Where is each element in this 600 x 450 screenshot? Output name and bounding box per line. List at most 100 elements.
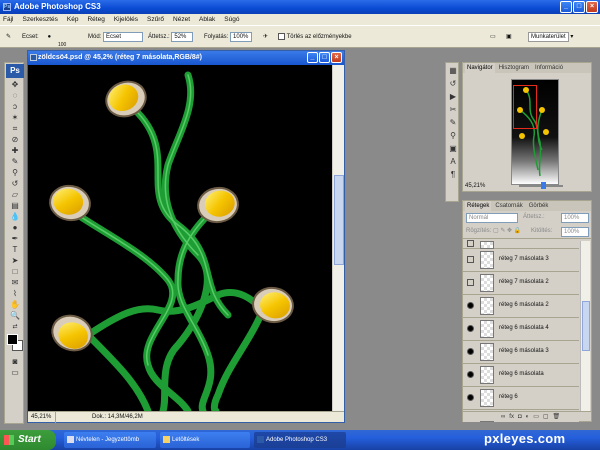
scroll-thumb[interactable] xyxy=(334,175,344,265)
tools-preset-icon[interactable]: ✂ xyxy=(447,103,459,115)
hand-tool-icon[interactable]: ✋ xyxy=(6,299,24,310)
link-icon[interactable]: ∞ xyxy=(501,412,505,421)
brush-tool-icon[interactable]: ✎ xyxy=(6,156,24,167)
tab-info[interactable]: Információ xyxy=(533,63,565,73)
lock-icons[interactable]: ▢ ✎ ✥ 🔒 xyxy=(493,227,521,234)
eye-icon[interactable] xyxy=(467,394,474,401)
tab-paths[interactable]: Görbék xyxy=(527,201,551,211)
history-icon[interactable]: ↺ xyxy=(447,77,459,89)
layer-opacity-field[interactable]: 100% xyxy=(561,213,589,223)
zoom-slider-knob[interactable] xyxy=(541,182,546,189)
eye-icon[interactable] xyxy=(467,371,474,378)
swap-colors-icon[interactable]: ⇄ xyxy=(6,321,24,332)
menu-view[interactable]: Nézet xyxy=(173,14,190,25)
zoom-slider[interactable] xyxy=(519,182,563,189)
pen-tool-icon[interactable]: ✒ xyxy=(6,233,24,244)
eyedropper-tool-icon[interactable]: ⌇ xyxy=(6,288,24,299)
menu-help[interactable]: Súgó xyxy=(224,14,239,25)
crop-tool-icon[interactable]: ⌗ xyxy=(6,123,24,134)
layer-row[interactable]: réteg 6 másolata 4 xyxy=(463,318,579,341)
color-swatches[interactable] xyxy=(6,333,23,355)
maximize-button[interactable]: □ xyxy=(573,1,585,13)
menu-image[interactable]: Kép xyxy=(67,14,79,25)
menu-window[interactable]: Ablak xyxy=(199,14,215,25)
layer-row[interactable]: réteg 7 másolata 2 xyxy=(463,272,579,295)
layer-row[interactable]: réteg 7 másolata 3 xyxy=(463,249,579,272)
folder-icon[interactable]: ▭ xyxy=(533,412,539,421)
layer-row[interactable] xyxy=(463,239,579,249)
document-canvas[interactable] xyxy=(28,65,334,411)
slice-tool-icon[interactable]: ⊘ xyxy=(6,134,24,145)
doc-close-button[interactable]: × xyxy=(331,52,342,63)
notes-tool-icon[interactable]: ✉ xyxy=(6,277,24,288)
shape-tool-icon[interactable]: □ xyxy=(6,266,24,277)
palette-well-icon[interactable]: ▭ xyxy=(490,32,496,42)
visibility-toggle[interactable] xyxy=(467,256,474,263)
erase-history-checkbox[interactable] xyxy=(278,32,285,40)
visibility-toggle[interactable] xyxy=(467,240,474,247)
brush-tool-icon[interactable]: ✎ xyxy=(6,32,11,42)
magic-wand-tool-icon[interactable]: ✶ xyxy=(6,112,24,123)
layer-row[interactable]: réteg 6 másolata xyxy=(463,364,579,387)
menu-layer[interactable]: Réteg xyxy=(87,14,104,25)
navigator-icon[interactable]: ▦ xyxy=(447,64,459,76)
tab-channels[interactable]: Csatornák xyxy=(493,201,524,211)
menu-edit[interactable]: Szerkesztés xyxy=(22,14,57,25)
layers-scroll-thumb[interactable] xyxy=(582,301,590,351)
workspace-button[interactable]: Munkaterület xyxy=(528,32,569,42)
eraser-tool-icon[interactable]: ▱ xyxy=(6,189,24,200)
eye-icon[interactable] xyxy=(467,348,474,355)
doc-maximize-button[interactable]: □ xyxy=(319,52,330,63)
taskbar-item-notepad[interactable]: Névtelen - Jegyzettömb xyxy=(64,432,156,448)
menu-file[interactable]: Fájl xyxy=(3,14,13,25)
adjustment-icon[interactable]: ◐ xyxy=(526,412,530,421)
menu-filter[interactable]: Szűrő xyxy=(147,14,164,25)
visibility-toggle[interactable] xyxy=(467,279,474,286)
trash-icon[interactable]: 🗑 xyxy=(553,412,561,421)
minimize-button[interactable]: _ xyxy=(560,1,572,13)
screen-mode-icon[interactable]: ▭ xyxy=(6,367,24,378)
layers-scrollbar[interactable] xyxy=(580,241,590,411)
close-button[interactable]: × xyxy=(586,1,598,13)
layer-row[interactable]: réteg 6 másolata 3 xyxy=(463,341,579,364)
tab-histogram[interactable]: Hisztogram xyxy=(497,63,531,73)
healing-tool-icon[interactable]: ✚ xyxy=(6,145,24,156)
document-zoom[interactable]: 45,21% xyxy=(28,412,56,423)
doc-minimize-button[interactable]: _ xyxy=(307,52,318,63)
navigator-zoom[interactable]: 45,21% xyxy=(465,183,485,189)
brushes-icon[interactable]: ✎ xyxy=(447,116,459,128)
quick-mask-icon[interactable]: ◙ xyxy=(6,356,24,367)
menu-select[interactable]: Kijelölés xyxy=(114,14,138,25)
history-brush-icon[interactable]: ↺ xyxy=(6,178,24,189)
type-tool-icon[interactable]: T xyxy=(6,244,24,255)
stamp-tool-icon[interactable]: ⚲ xyxy=(6,167,24,178)
actions-icon[interactable]: ▶ xyxy=(447,90,459,102)
mode-select[interactable]: Ecset xyxy=(103,32,144,42)
eye-icon[interactable] xyxy=(467,302,474,309)
zoom-tool-icon[interactable]: 🔍 xyxy=(6,310,24,321)
eye-icon[interactable] xyxy=(467,325,474,332)
layer-comps-icon[interactable]: ▣ xyxy=(447,142,459,154)
marquee-tool-icon[interactable]: ◌ xyxy=(6,90,24,101)
tab-layers[interactable]: Rétegek xyxy=(465,201,492,211)
lasso-tool-icon[interactable]: ↄ xyxy=(6,101,24,112)
blur-tool-icon[interactable]: 💧 xyxy=(6,211,24,222)
path-select-icon[interactable]: ➤ xyxy=(6,255,24,266)
tab-navigator[interactable]: Navigátor xyxy=(465,63,495,73)
navigator-view-box[interactable] xyxy=(513,85,537,129)
mask-icon[interactable]: ◘ xyxy=(518,412,522,421)
move-tool-icon[interactable]: ✥ xyxy=(6,79,24,90)
flow-field[interactable]: 100% xyxy=(230,32,253,42)
bridge-icon[interactable]: ▣ xyxy=(506,32,512,42)
gradient-tool-icon[interactable]: ▤ xyxy=(6,200,24,211)
airbrush-icon[interactable]: ✈ xyxy=(263,32,268,42)
fx-icon[interactable]: fx xyxy=(509,412,514,421)
taskbar-item-downloads[interactable]: Letöltések xyxy=(160,432,250,448)
layer-row[interactable]: réteg 6 másolata 2 xyxy=(463,295,579,318)
opacity-field[interactable]: 52% xyxy=(171,32,194,42)
vertical-scrollbar[interactable] xyxy=(332,65,344,411)
foreground-color[interactable] xyxy=(7,334,18,345)
fill-field[interactable]: 100% xyxy=(561,227,589,237)
paragraph-icon[interactable]: ¶ xyxy=(447,168,459,180)
character-icon[interactable]: A xyxy=(447,155,459,167)
